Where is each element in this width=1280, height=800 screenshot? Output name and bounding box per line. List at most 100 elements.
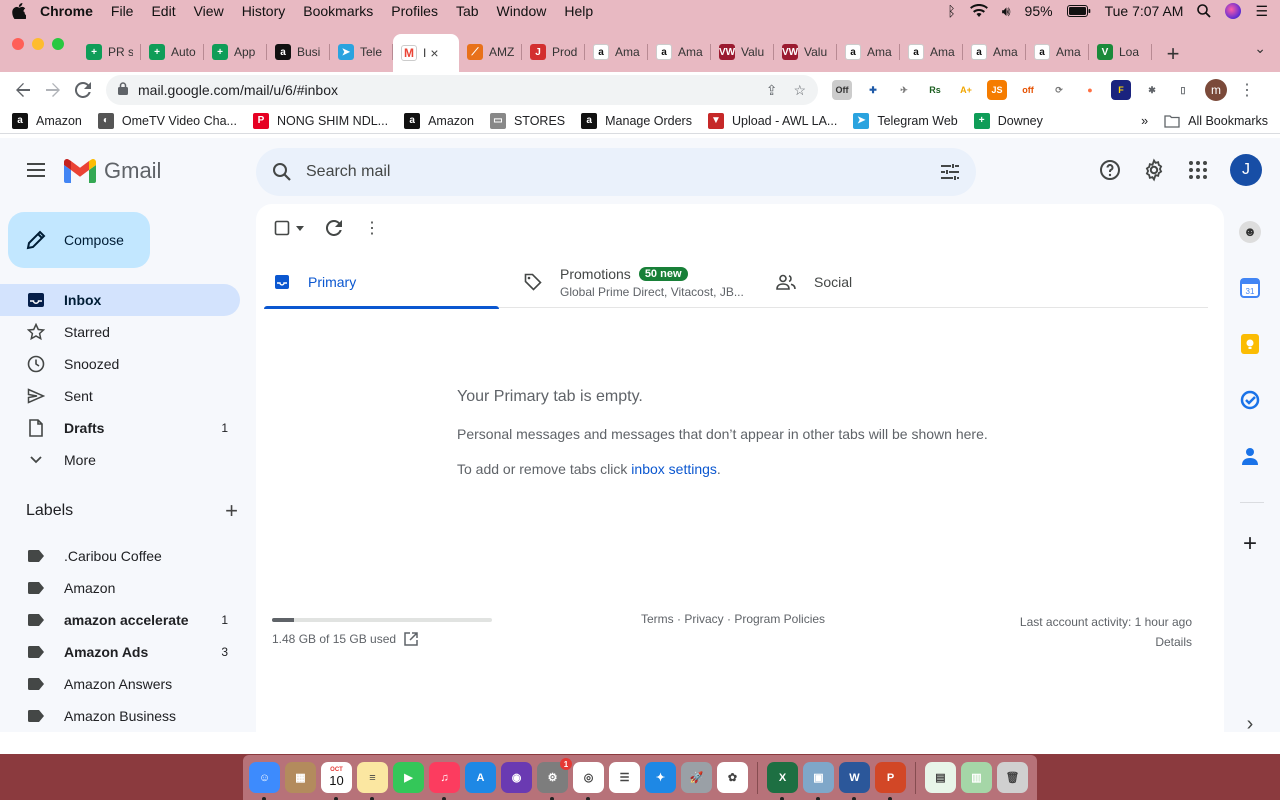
dock-preview-icon[interactable]: ▣ [803,762,834,800]
nav-item-sent[interactable]: Sent [0,380,240,412]
browser-tab[interactable]: + Auto [141,34,204,70]
nav-item-drafts[interactable]: Drafts 1 [0,412,240,444]
more-bookmarks-button[interactable]: » [1141,114,1148,128]
all-bookmarks-button[interactable]: All Bookmarks [1164,114,1268,128]
volume-icon[interactable]: 🔊︎ [1002,3,1011,20]
browser-tab[interactable]: VW Valu [774,34,837,70]
create-label-plus-icon[interactable]: + [225,498,238,524]
extension-icon[interactable]: off [1018,80,1038,100]
dock-system-preferences-icon[interactable]: ⚙ 1 [537,758,572,800]
label-item[interactable]: Amazon Answers [0,668,240,700]
menu-history[interactable]: History [242,3,286,19]
extension-icon[interactable]: F [1111,80,1131,100]
search-input[interactable] [306,163,940,181]
apple-icon[interactable] [12,3,26,19]
calendar-icon[interactable]: 31 [1238,276,1262,300]
minimize-window-button[interactable] [32,38,44,50]
bookmark-item[interactable]: P NONG SHIM NDL... [252,112,388,129]
browser-tab[interactable]: J Prod [522,34,585,70]
menu-bookmarks[interactable]: Bookmarks [303,3,373,19]
details-link[interactable]: Details [1020,632,1192,652]
contacts-icon[interactable] [1238,444,1262,468]
browser-tab[interactable]: a Ama [963,34,1026,70]
menu-tab[interactable]: Tab [456,3,479,19]
dock-photo-preview-icon[interactable]: ▥ [961,762,992,793]
menubar-app-name[interactable]: Chrome [40,3,93,19]
browser-tab[interactable]: ➤ Tele [330,34,393,70]
battery-icon[interactable] [1066,5,1091,17]
control-center-icon[interactable]: ☰ [1255,3,1268,20]
help-icon[interactable] [1098,158,1122,182]
bookmark-item[interactable]: ▼ Upload - AWL LA... [707,112,837,129]
menu-help[interactable]: Help [564,3,593,19]
dock-chrome-icon[interactable]: ◎ [573,762,604,800]
dock-finder-icon[interactable]: ☺ [249,762,280,800]
browser-tab[interactable]: a Ama [648,34,711,70]
menu-profiles[interactable]: Profiles [391,3,438,19]
policies-links[interactable]: Terms · Privacy · Program Policies [641,612,825,626]
extension-icon[interactable]: JS [987,80,1007,100]
tab-search-chevron-icon[interactable]: ⌄ [1254,40,1266,57]
expand-panel-chevron-icon[interactable]: › [1238,712,1262,736]
browser-tab[interactable]: a Busi [267,34,330,70]
dock-excel-icon[interactable]: X [767,762,798,800]
main-menu-icon[interactable] [24,158,48,182]
bookmark-star-icon[interactable]: ☆ [793,82,806,99]
new-tab-button[interactable]: + [1158,36,1188,72]
tab-primary[interactable]: Primary [264,256,514,309]
dock-word-icon[interactable]: W [839,762,870,800]
tasks-icon[interactable] [1238,388,1262,412]
inbox-settings-link[interactable]: inbox settings [631,461,717,477]
menu-file[interactable]: File [111,3,134,19]
nav-item-more[interactable]: More [0,444,240,476]
dock-calendar-icon[interactable]: OCT 10 [321,762,352,800]
dock-trash-icon[interactable]: 🗑 [997,762,1028,793]
open-in-new-icon[interactable] [404,632,418,646]
extension-icon[interactable]: Rs [925,80,945,100]
refresh-icon[interactable] [326,220,342,236]
lock-icon[interactable] [118,82,128,98]
extension-icon[interactable]: ✈ [894,80,914,100]
more-options-icon[interactable]: ⋮ [364,218,380,238]
browser-tab[interactable]: VW Valu [711,34,774,70]
spotlight-search-icon[interactable] [1197,4,1212,18]
profile-avatar[interactable]: m [1205,79,1227,101]
extension-ghost-icon[interactable]: ☻ [1238,220,1262,244]
browser-tab[interactable]: a Ama [900,34,963,70]
extension-icon[interactable]: ▯ [1173,80,1193,100]
dock-photos-icon[interactable]: ✿ [717,762,748,793]
label-item[interactable]: Amazon Ads 3 [0,636,240,668]
bookmark-item[interactable]: a Manage Orders [581,112,692,129]
menu-edit[interactable]: Edit [151,3,175,19]
label-item[interactable]: amazon accelerate 1 [0,604,240,636]
extension-icon[interactable]: ⟳ [1049,80,1069,100]
label-item[interactable]: Amazon Business [0,700,240,732]
select-all-checkbox[interactable] [274,220,304,236]
dock-safari-icon[interactable]: ✦ [645,762,676,793]
extension-icon[interactable]: ✱ [1142,80,1162,100]
compose-button[interactable]: Compose [8,212,150,268]
dock-launchpad-icon[interactable]: 🚀 [681,762,712,793]
get-addons-plus-icon[interactable]: + [1238,530,1262,557]
dock-facetime-icon[interactable]: ▶ [393,762,424,793]
bluetooth-icon[interactable]: ᛒ [947,3,955,19]
browser-tab[interactable]: a Ama [837,34,900,70]
dock-app-store-icon[interactable]: A [465,762,496,793]
close-tab-icon[interactable]: × [430,45,438,61]
reload-button[interactable] [68,75,98,105]
nav-item-inbox[interactable]: Inbox [0,284,240,316]
menu-window[interactable]: Window [497,3,547,19]
forward-button[interactable] [38,75,68,105]
tab-promotions[interactable]: Promotions 50 new Global Prime Direct, Vit… [514,256,766,308]
gmail-logo[interactable]: Gmail [64,158,161,184]
wifi-icon[interactable] [969,4,988,18]
share-icon[interactable]: ⇪ [766,82,778,99]
browser-tab[interactable]: a Ama [585,34,648,70]
nav-item-snoozed[interactable]: Snoozed [0,348,240,380]
extension-icon[interactable]: A+ [956,80,976,100]
clock[interactable]: Tue 7:07 AM [1105,3,1184,19]
google-apps-icon[interactable] [1186,158,1210,182]
bookmark-item[interactable]: a Amazon [12,112,82,129]
search-options-icon[interactable] [940,162,960,182]
address-bar[interactable]: mail.google.com/mail/u/6/#inbox ⇪ ☆ [106,75,818,105]
